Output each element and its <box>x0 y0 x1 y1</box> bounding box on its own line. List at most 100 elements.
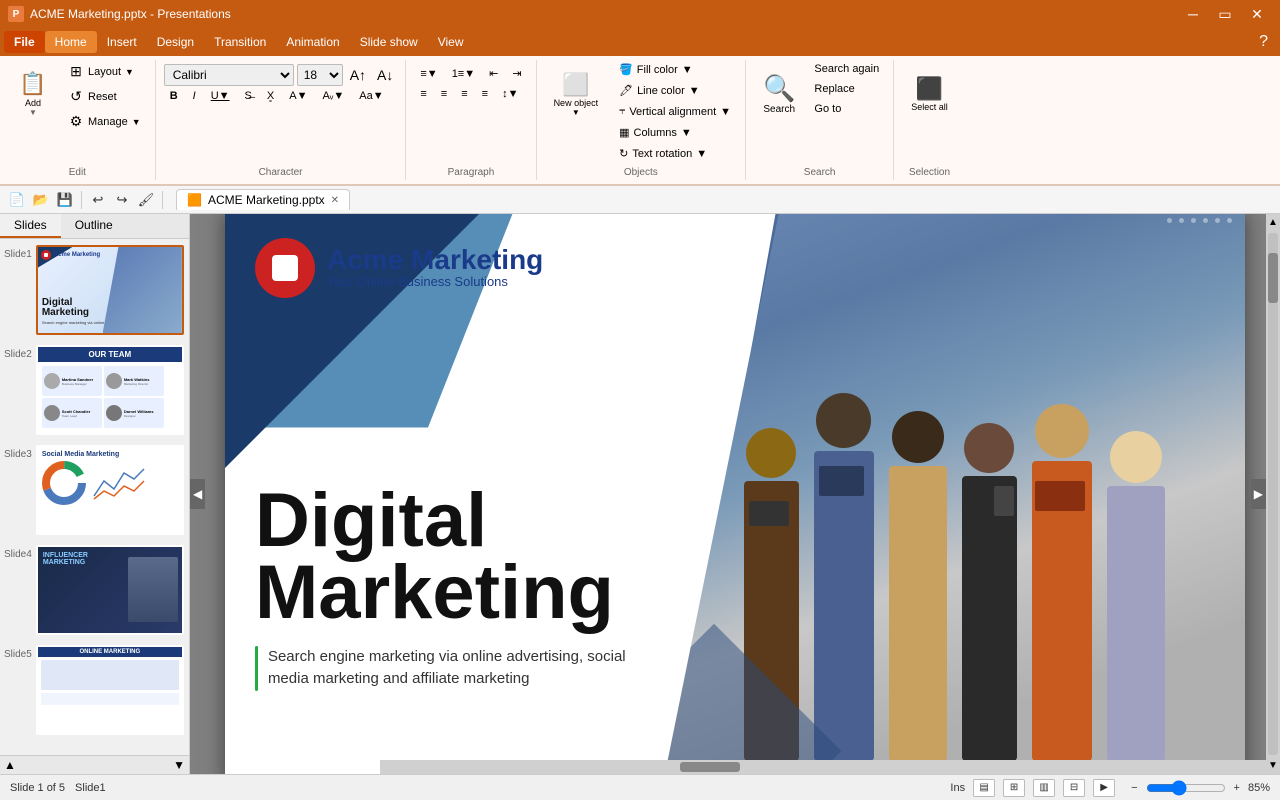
slide-number-5: Slide5 <box>4 645 32 660</box>
doc-tab-close[interactable]: ✕ <box>331 195 339 206</box>
slide-desc-bar <box>255 646 258 691</box>
outline-tab[interactable]: Outline <box>61 214 127 238</box>
menu-transition[interactable]: Transition <box>204 31 276 53</box>
zoom-minus[interactable]: − <box>1131 782 1137 794</box>
increase-indent-button[interactable]: ⇥ <box>506 64 527 83</box>
maximize-button[interactable]: ▭ <box>1210 3 1240 25</box>
line-spacing-button[interactable]: ↕▼ <box>496 85 524 103</box>
new-object-button[interactable]: ⬜ New object ▼ <box>545 60 608 128</box>
help-icon[interactable]: ? <box>1251 33 1276 51</box>
search-again-button[interactable]: Search again <box>808 60 885 78</box>
char-spacing-button[interactable]: Aᵥ▼ <box>316 88 350 104</box>
shadow-button[interactable]: X̥ <box>261 88 280 104</box>
canvas-scrollbar-h[interactable] <box>380 760 1266 774</box>
replace-button[interactable]: Replace <box>808 80 885 98</box>
fill-color-button[interactable]: 🪣 Fill color ▼ <box>613 60 737 79</box>
menu-slideshow[interactable]: Slide show <box>350 31 428 53</box>
manage-button[interactable]: ⚙ Manage ▼ <box>62 110 147 133</box>
new-button[interactable]: 📄 <box>6 189 28 211</box>
slide-scroll-down[interactable]: ▼ <box>173 758 185 772</box>
tab-bar: 🟧 ACME Marketing.pptx ✕ <box>176 189 350 210</box>
scroll-h-thumb[interactable] <box>680 762 740 772</box>
text-rotation-button[interactable]: ↻ Text rotation ▼ <box>613 144 737 163</box>
ribbon-group-edit-controls: 📋 Add ▼ ⊞ Layout ▼ ↺ Reset ⚙ Manage <box>8 60 147 163</box>
menu-file[interactable]: File <box>4 31 45 53</box>
strikethrough-button[interactable]: S̶ <box>239 88 258 104</box>
columns-icon: ▦ <box>619 126 629 139</box>
font-increase-button[interactable]: A↑ <box>346 65 370 85</box>
app-icon: P <box>8 6 24 22</box>
normal-view-button[interactable]: ▤ <box>973 779 995 797</box>
line-color-button[interactable]: 🖊 Line color ▼ <box>613 81 737 100</box>
slide-scroll-up[interactable]: ▲ <box>4 758 16 772</box>
canvas-scroll-right[interactable]: ▶ <box>1251 479 1266 509</box>
minimize-button[interactable]: ─ <box>1178 3 1208 25</box>
notes-view-button[interactable]: ▥ <box>1033 779 1055 797</box>
replace-label: Replace <box>814 83 854 95</box>
search-group-label: Search <box>804 163 836 180</box>
font-increase-icon: A↑ <box>350 67 366 83</box>
scroll-down-arrow[interactable]: ▼ <box>1265 757 1280 774</box>
vertical-alignment-button[interactable]: ⫧ Vertical alignment ▼ <box>613 102 737 121</box>
zoom-slider[interactable] <box>1146 780 1226 796</box>
menu-view[interactable]: View <box>428 31 474 53</box>
align-right-button[interactable]: ≡ <box>455 85 473 103</box>
edit-group-label: Edit <box>69 163 86 180</box>
font-size-selector[interactable]: 18 <box>297 64 343 86</box>
objects-small-group: 🪣 Fill color ▼ 🖊 Line color ▼ ⫧ Vertical… <box>613 60 737 163</box>
ribbon-group-slide: Calibri 18 A↑ A↓ B I U▼ S̶ X̥ A▼ Aᵥ▼ <box>156 60 407 180</box>
open-button[interactable]: 📂 <box>30 189 52 211</box>
doc-tab[interactable]: 🟧 ACME Marketing.pptx ✕ <box>176 189 350 210</box>
italic-button[interactable]: I <box>187 88 202 104</box>
font-color-button[interactable]: A▼ <box>283 88 313 104</box>
zoom-plus[interactable]: + <box>1234 782 1240 794</box>
select-all-button[interactable]: ⬛ Select all <box>902 60 957 128</box>
columns-button[interactable]: ▦ Columns ▼ <box>613 123 737 142</box>
bold-button[interactable]: B <box>164 88 184 104</box>
save-button[interactable]: 💾 <box>54 189 76 211</box>
slide-item-3[interactable]: Slide3 Social Media Marketing <box>4 445 185 535</box>
slide-item-4[interactable]: Slide4 INFLUENCER MARKETING <box>4 545 185 635</box>
outline-view-button[interactable]: ⊞ <box>1003 779 1025 797</box>
redo-button[interactable]: ↪ <box>111 189 133 211</box>
search-button[interactable]: 🔍 Search <box>754 60 804 128</box>
search-again-label: Search again <box>814 63 879 75</box>
menu-home[interactable]: Home <box>45 31 97 53</box>
font-selector[interactable]: Calibri <box>164 64 294 86</box>
slideshow-button[interactable]: ▶ <box>1093 779 1115 797</box>
scroll-up-arrow[interactable]: ▲ <box>1265 214 1280 231</box>
canvas-scroll-left[interactable]: ◀ <box>190 479 205 509</box>
char-case-button[interactable]: Aa▼ <box>353 88 389 104</box>
toolbar-separator-2 <box>162 191 163 209</box>
slide-sorter-button[interactable]: ⊟ <box>1063 779 1085 797</box>
slide-item-5[interactable]: Slide5 ONLINE MARKETING <box>4 645 185 735</box>
decrease-indent-button[interactable]: ⇤ <box>483 64 504 83</box>
format-row: B I U▼ S̶ X̥ A▼ Aᵥ▼ Aa▼ <box>164 88 398 104</box>
slides-tab[interactable]: Slides <box>0 214 61 238</box>
add-button[interactable]: 📋 Add ▼ <box>8 60 58 128</box>
slide-item-1[interactable]: Slide1 Acme Marketing Digital Marketing … <box>4 245 185 335</box>
format-painter-button[interactable]: 🖌 <box>135 189 157 211</box>
manage-icon: ⚙ <box>68 113 84 130</box>
numbered-list-button[interactable]: 1≡▼ <box>446 65 481 83</box>
menu-insert[interactable]: Insert <box>97 31 147 53</box>
underline-button[interactable]: U▼ <box>205 88 236 104</box>
reset-button[interactable]: ↺ Reset <box>62 85 147 108</box>
slide-item-2[interactable]: Slide2 OUR TEAM Martina SandnerBusiness … <box>4 345 185 435</box>
title-bar-controls[interactable]: ─ ▭ ✕ <box>1178 3 1272 25</box>
canvas-scrollbar-v[interactable]: ▲ ▼ <box>1266 214 1280 774</box>
go-to-button[interactable]: Go to <box>808 100 885 118</box>
undo-button[interactable]: ↩ <box>87 189 109 211</box>
align-left-button[interactable]: ≡ <box>414 85 432 103</box>
close-button[interactable]: ✕ <box>1242 3 1272 25</box>
menu-design[interactable]: Design <box>147 31 204 53</box>
font-decrease-button[interactable]: A↓ <box>373 65 397 85</box>
menu-animation[interactable]: Animation <box>276 31 349 53</box>
layout-button[interactable]: ⊞ Layout ▼ <box>62 60 147 83</box>
scroll-thumb[interactable] <box>1268 253 1278 303</box>
logo-text: Acme Marketing Your Online Business Solu… <box>327 246 543 289</box>
align-center-button[interactable]: ≡ <box>435 85 453 103</box>
bullet-list-button[interactable]: ≡▼ <box>414 65 443 83</box>
align-justify-button[interactable]: ≡ <box>476 85 494 103</box>
ribbon-group-objects: ⬜ New object ▼ 🪣 Fill color ▼ 🖊 Line col… <box>537 60 746 180</box>
